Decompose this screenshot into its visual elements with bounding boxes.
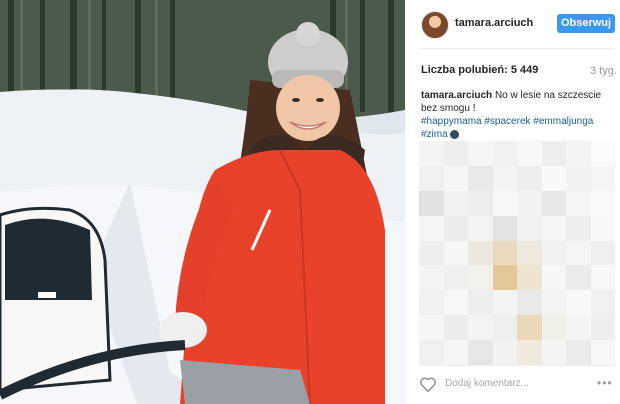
blurred-comments bbox=[419, 141, 615, 365]
username-link[interactable]: tamara.arciuch bbox=[455, 17, 533, 29]
hashtag-link[interactable]: #spacerek bbox=[484, 116, 530, 127]
woman-figure bbox=[0, 22, 385, 404]
likes-count[interactable]: Liczba polubień: 5 449 bbox=[421, 64, 538, 76]
hashtag-link[interactable]: #happymama bbox=[421, 116, 482, 127]
avatar[interactable] bbox=[421, 11, 449, 39]
caption-username[interactable]: tamara.arciuch bbox=[421, 90, 492, 101]
hashtag-link[interactable]: #zima bbox=[421, 129, 448, 140]
follow-button[interactable]: Obserwuj bbox=[557, 14, 615, 33]
more-options-icon[interactable]: ••• bbox=[597, 376, 613, 390]
post-time[interactable]: 3 tyg. bbox=[590, 65, 617, 77]
header-divider bbox=[419, 48, 615, 49]
heart-icon[interactable] bbox=[419, 376, 437, 392]
post-sidebar: tamara.arciuch Obserwuj Liczba polubień:… bbox=[405, 0, 620, 404]
post-caption: tamara.arciuch No w lesie na szczescie b… bbox=[421, 89, 617, 141]
snowflake-icon bbox=[450, 129, 460, 139]
hashtag-link[interactable]: #emmaljunga bbox=[533, 116, 593, 127]
post-photo[interactable] bbox=[0, 0, 405, 404]
comment-bar: Dodaj komentarz... ••• bbox=[405, 365, 620, 404]
comment-input[interactable]: Dodaj komentarz... bbox=[445, 378, 529, 389]
